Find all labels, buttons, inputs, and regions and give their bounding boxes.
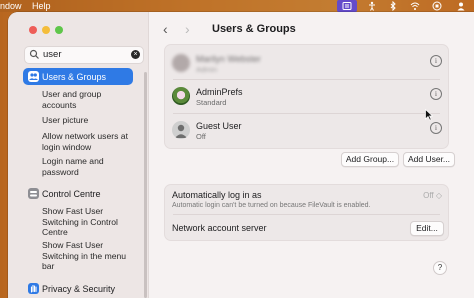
user-role: Admin bbox=[196, 65, 218, 74]
info-icon[interactable]: i bbox=[430, 55, 442, 67]
control-center-icon[interactable] bbox=[342, 1, 352, 11]
accessibility-icon[interactable] bbox=[367, 1, 377, 11]
main-content: ‹ › Users & Groups Marilyn Webster Admin… bbox=[148, 12, 474, 298]
minimize-window-button[interactable] bbox=[42, 26, 50, 34]
search-result-network-users[interactable]: Allow network users at login window bbox=[42, 131, 134, 152]
user-icon[interactable] bbox=[456, 1, 466, 11]
users-icon bbox=[28, 71, 39, 82]
zoom-window-button[interactable] bbox=[55, 26, 63, 34]
divider bbox=[173, 214, 440, 215]
search-result-fast-user-menubar[interactable]: Show Fast User Switching in the menu bar bbox=[42, 240, 134, 272]
search-result-login-name[interactable]: Login name and password bbox=[42, 156, 134, 177]
divider bbox=[173, 113, 440, 114]
add-user-button[interactable]: Add User... bbox=[403, 152, 455, 167]
forward-button[interactable]: › bbox=[185, 22, 190, 36]
menu-bar: ndow Help bbox=[0, 0, 474, 12]
avatar bbox=[172, 87, 190, 105]
menu-help[interactable]: Help bbox=[32, 0, 51, 12]
hand-icon bbox=[28, 283, 39, 294]
sidebar-item-control-centre[interactable]: Control Centre bbox=[42, 189, 101, 200]
search-result-user-group-accounts[interactable]: User and group accounts bbox=[42, 89, 134, 110]
search-result-user-picture[interactable]: User picture bbox=[42, 115, 134, 126]
settings-window: user × Users & Groups User and group acc… bbox=[8, 12, 474, 298]
search-icon bbox=[29, 49, 40, 60]
wifi-icon[interactable] bbox=[410, 1, 420, 11]
user-role: Off bbox=[196, 132, 206, 141]
user-name: Guest User bbox=[196, 121, 242, 131]
search-result-fast-user-cc[interactable]: Show Fast User Switching in Control Cent… bbox=[42, 206, 134, 238]
search-input[interactable]: user bbox=[43, 48, 61, 62]
divider bbox=[173, 79, 440, 80]
mouse-cursor-icon bbox=[425, 109, 433, 121]
info-icon[interactable]: i bbox=[430, 122, 442, 134]
sidebar: user × Users & Groups User and group acc… bbox=[8, 12, 149, 298]
sidebar-item-label: Users & Groups bbox=[42, 72, 107, 82]
menu-window[interactable]: ndow bbox=[0, 0, 22, 12]
user-name: AdminPrefs bbox=[196, 87, 243, 97]
network-server-label: Network account server bbox=[172, 223, 267, 233]
record-icon[interactable] bbox=[432, 1, 442, 11]
edit-button[interactable]: Edit... bbox=[410, 221, 444, 236]
login-options: Automatically log in as Off ◇ Automatic … bbox=[164, 184, 449, 241]
info-icon[interactable]: i bbox=[430, 88, 442, 100]
close-window-button[interactable] bbox=[29, 26, 37, 34]
add-group-button[interactable]: Add Group... bbox=[341, 152, 399, 167]
sidebar-item-privacy-security[interactable]: Privacy & Security bbox=[42, 284, 115, 295]
control-centre-icon bbox=[28, 188, 39, 199]
users-list: Marilyn Webster Admin i AdminPrefs Stand… bbox=[164, 44, 449, 149]
avatar bbox=[172, 121, 190, 139]
auto-login-select[interactable]: Off ◇ bbox=[423, 191, 442, 200]
search-field[interactable]: user × bbox=[24, 46, 144, 64]
back-button[interactable]: ‹ bbox=[163, 22, 168, 36]
auto-login-label: Automatically log in as bbox=[172, 190, 262, 200]
user-role: Standard bbox=[196, 98, 227, 107]
avatar bbox=[172, 54, 190, 72]
page-title: Users & Groups bbox=[212, 23, 296, 35]
clear-search-icon[interactable]: × bbox=[131, 50, 140, 59]
auto-login-note: Automatic login can't be turned on becau… bbox=[172, 202, 371, 209]
user-name: Marilyn Webster bbox=[196, 54, 261, 64]
help-button[interactable]: ? bbox=[433, 261, 447, 275]
sidebar-scrollbar[interactable] bbox=[144, 72, 147, 298]
bluetooth-icon[interactable] bbox=[388, 1, 398, 11]
